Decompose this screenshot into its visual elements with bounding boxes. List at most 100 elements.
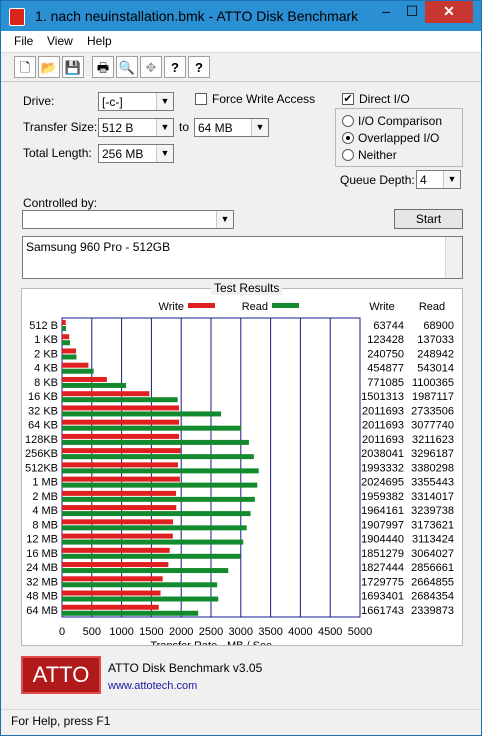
read-bar <box>62 468 259 474</box>
read-bar <box>62 340 70 346</box>
controlled-by-select[interactable]: ▼ <box>22 210 234 229</box>
write-value: 2038041 <box>361 448 404 460</box>
neither-radio[interactable] <box>342 149 354 161</box>
attotech-link[interactable]: www.attotech.com <box>108 680 197 692</box>
chevron-down-icon: ▼ <box>251 119 268 136</box>
write-value: 240750 <box>367 348 404 360</box>
category-label: 16 MB <box>26 548 58 560</box>
overlapped-io-radio[interactable] <box>342 132 354 144</box>
title-bar[interactable]: 1. nach neuinstallation.bmk - ATTO Disk … <box>1 1 481 31</box>
x-tick-label: 1500 <box>139 626 163 638</box>
write-value: 454877 <box>367 363 404 375</box>
read-value: 3113424 <box>412 534 454 546</box>
start-button[interactable]: Start <box>394 209 463 229</box>
io-comparison-radio[interactable] <box>342 115 354 127</box>
x-tick-label: 0 <box>59 626 65 638</box>
atto-logo: ATTO <box>21 656 101 694</box>
open-folder-icon[interactable]: 📂 <box>38 56 60 78</box>
new-document-icon[interactable]: 🗋 <box>14 56 36 78</box>
print-preview-icon[interactable]: 🔍 <box>116 56 138 78</box>
save-icon[interactable]: 💾 <box>62 56 84 78</box>
footer: ATTO ATTO Disk Benchmark v3.05 www.attot… <box>21 656 463 700</box>
write-value: 2011693 <box>362 420 404 432</box>
x-tick-label: 500 <box>83 626 101 638</box>
drive-label: Drive: <box>23 94 55 108</box>
transfer-size-to-select[interactable]: 64 MB ▼ <box>194 118 269 137</box>
category-label: 4 MB <box>32 505 58 517</box>
category-label: 512 B <box>29 320 58 332</box>
write-bar <box>62 604 159 610</box>
test-results-label: Test Results <box>211 281 283 295</box>
category-label: 12 MB <box>26 534 58 546</box>
transfer-size-from-select[interactable]: 512 B ▼ <box>98 118 174 137</box>
legend-write-label: Write <box>159 301 184 313</box>
write-bar <box>62 362 89 368</box>
close-button[interactable]: ✕ <box>425 1 473 23</box>
write-bar <box>62 576 163 582</box>
transfer-from-value: 512 B <box>102 121 134 135</box>
drive-select[interactable]: [-c-] ▼ <box>98 92 174 111</box>
read-value: 3355443 <box>411 477 454 489</box>
read-bar <box>62 454 254 460</box>
read-value: 1100365 <box>412 377 454 389</box>
move-icon[interactable]: ✥ <box>140 56 162 78</box>
menu-help[interactable]: Help <box>87 34 112 48</box>
write-value: 63744 <box>373 320 404 332</box>
read-bar <box>62 610 199 616</box>
legend-write-swatch <box>188 303 215 308</box>
write-bar <box>62 348 77 354</box>
read-bar <box>62 539 244 545</box>
write-value: 123428 <box>367 334 404 346</box>
category-label: 2 KB <box>34 348 58 360</box>
force-write-checkbox[interactable] <box>195 93 207 105</box>
status-bar: For Help, press F1 <box>1 709 481 736</box>
read-bar <box>62 482 258 488</box>
read-value: 3239738 <box>411 505 454 517</box>
total-length-value: 256 MB <box>102 147 144 161</box>
write-bar <box>62 448 181 454</box>
read-value: 2856661 <box>411 562 454 574</box>
read-value: 1987117 <box>412 391 454 403</box>
app-window: 1. nach neuinstallation.bmk - ATTO Disk … <box>0 0 482 736</box>
write-value: 1729775 <box>361 576 404 588</box>
print-icon[interactable]: 🖶 <box>92 56 114 78</box>
write-bar <box>62 334 70 340</box>
chevron-down-icon: ▼ <box>216 211 233 228</box>
category-label: 1 MB <box>32 477 58 489</box>
read-bar <box>62 411 222 417</box>
write-value: 1907997 <box>361 519 404 531</box>
category-label: 16 KB <box>28 391 58 403</box>
menu-file[interactable]: File <box>14 34 33 48</box>
status-text: For Help, press F1 <box>11 714 111 728</box>
help-icon[interactable]: ? <box>164 56 186 78</box>
x-axis-label: Transfer Rate - MB / Sec <box>150 640 272 645</box>
read-value: 2684354 <box>411 591 454 603</box>
read-bar <box>62 354 77 360</box>
read-value: 68900 <box>423 320 454 332</box>
maximize-button[interactable]: ☐ <box>399 1 425 23</box>
context-help-icon[interactable]: ? <box>188 56 210 78</box>
description-textarea[interactable]: Samsung 960 Pro - 512GB <box>22 236 463 279</box>
description-text: Samsung 960 Pro - 512GB <box>26 240 171 254</box>
category-label: 24 MB <box>26 562 58 574</box>
description-scrollbar[interactable] <box>445 237 462 278</box>
category-label: 256KB <box>25 448 58 460</box>
product-version: ATTO Disk Benchmark v3.05 <box>108 661 263 675</box>
menu-view[interactable]: View <box>47 34 73 48</box>
total-length-select[interactable]: 256 MB ▼ <box>98 144 174 163</box>
write-bar <box>62 376 107 382</box>
write-value: 2024695 <box>361 477 404 489</box>
drive-value: [-c-] <box>102 95 123 109</box>
write-bar <box>62 391 150 397</box>
write-value: 1661743 <box>361 605 404 617</box>
write-bar <box>62 476 180 482</box>
queue-depth-value: 4 <box>420 173 427 187</box>
queue-depth-select[interactable]: 4 ▼ <box>416 170 461 189</box>
write-value: 1993332 <box>361 462 404 474</box>
read-value: 3380298 <box>411 462 454 474</box>
direct-io-checkbox[interactable]: ✔ <box>342 93 354 105</box>
atto-app-icon[interactable] <box>9 8 25 26</box>
minimize-button[interactable]: – <box>373 1 399 23</box>
window-title: 1. nach neuinstallation.bmk - ATTO Disk … <box>35 8 359 24</box>
overlapped-io-label: Overlapped I/O <box>358 131 440 145</box>
